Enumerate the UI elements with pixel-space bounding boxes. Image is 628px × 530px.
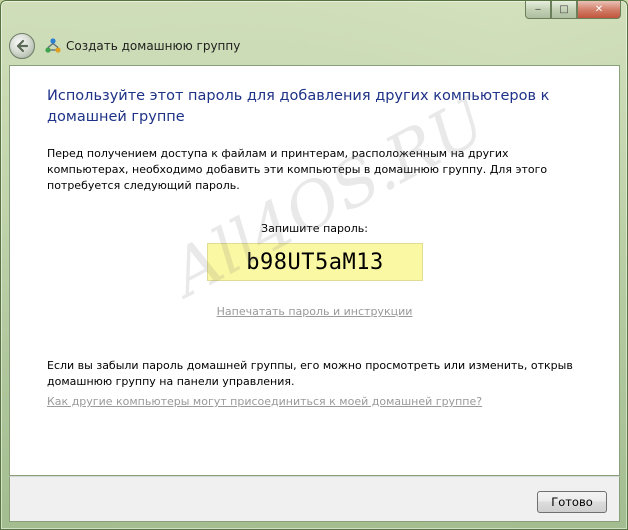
maximize-button[interactable]: □ <box>551 1 577 19</box>
forgot-password-note: Если вы забыли пароль домашней группы, е… <box>47 359 573 388</box>
content-pane: Используйте этот пароль для добавления д… <box>9 65 620 476</box>
description-text: Перед получением доступа к файлам и прин… <box>47 147 548 192</box>
password-display: b98UT5aM13 <box>207 243 423 281</box>
button-bar: Готово <box>9 476 620 522</box>
back-button[interactable] <box>9 33 35 59</box>
wizard-window: ‒ □ ✕ Создать домашнюю группу Используйт… <box>0 0 628 530</box>
caption-buttons: ‒ □ ✕ <box>525 1 621 19</box>
help-join-link[interactable]: Как другие компьютеры могут присоединить… <box>47 395 482 408</box>
password-label: Запишите пароль: <box>261 222 368 235</box>
done-button[interactable]: Готово <box>537 491 607 513</box>
back-arrow-icon <box>16 39 29 53</box>
homegroup-icon <box>44 37 62 55</box>
window-title: Создать домашнюю группу <box>66 39 241 53</box>
minimize-button[interactable]: ‒ <box>525 1 551 19</box>
print-password-link[interactable]: Напечатать пароль и инструкции <box>10 305 619 318</box>
navigation-bar: Создать домашнюю группу <box>9 31 619 61</box>
close-button[interactable]: ✕ <box>577 1 621 19</box>
page-heading: Используйте этот пароль для добавления д… <box>47 88 550 125</box>
